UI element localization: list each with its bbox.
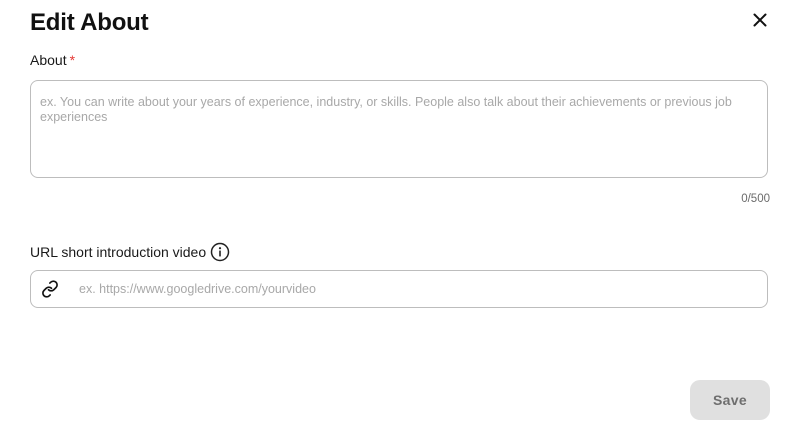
- save-button[interactable]: Save: [690, 380, 770, 420]
- close-button[interactable]: [748, 8, 772, 32]
- edit-about-dialog: Edit About About* 0/500 URL short introd…: [0, 0, 800, 440]
- required-marker: *: [69, 52, 76, 68]
- video-url-label: URL short introduction video: [30, 242, 230, 262]
- link-icon: [42, 280, 58, 298]
- character-counter: 0/500: [741, 193, 770, 205]
- about-textarea[interactable]: [30, 80, 768, 178]
- close-icon: [753, 13, 767, 27]
- dialog-title: Edit About: [30, 9, 149, 36]
- video-url-label-text: URL short introduction video: [30, 244, 207, 260]
- video-url-field[interactable]: [30, 270, 768, 308]
- info-icon[interactable]: [210, 242, 230, 262]
- video-url-input[interactable]: [79, 271, 759, 307]
- about-label-text: About: [30, 52, 67, 68]
- about-label: About *: [30, 52, 75, 68]
